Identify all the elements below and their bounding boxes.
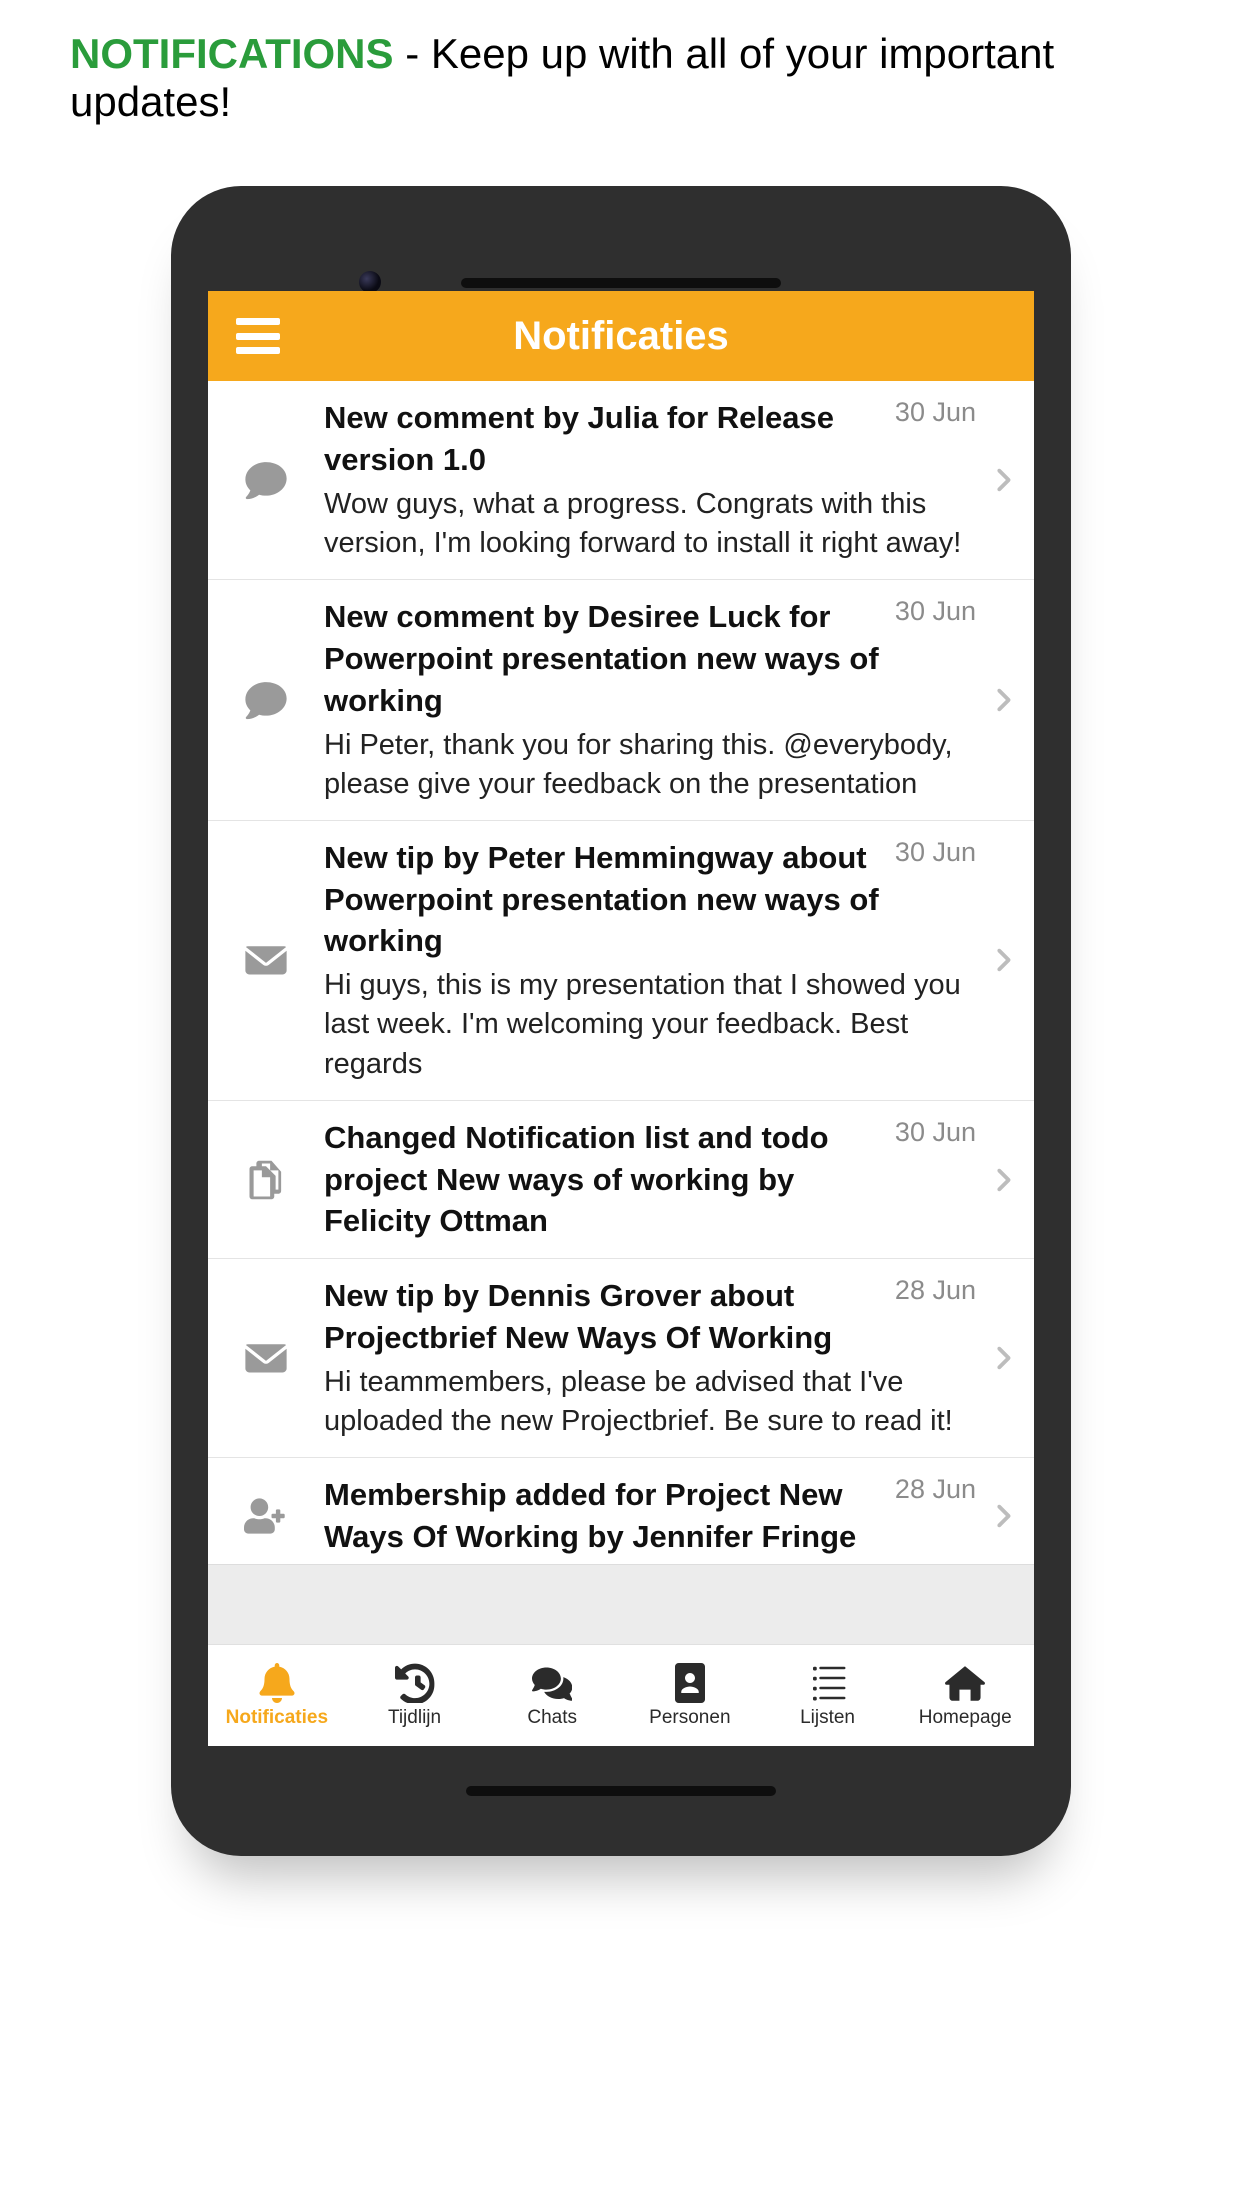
- app-bar: Notificaties: [208, 291, 1034, 381]
- tab-tijdlijn[interactable]: Tijdlijn: [346, 1645, 484, 1746]
- notification-date: 30 Jun: [895, 397, 976, 428]
- chats-icon: [532, 1663, 572, 1703]
- envelope-icon: [208, 1259, 324, 1457]
- tab-label: Lijsten: [800, 1707, 855, 1729]
- tab-label: Homepage: [919, 1707, 1012, 1729]
- notification-row[interactable]: New tip by Peter Hemmingway about Powerp…: [208, 821, 1034, 1101]
- notification-row[interactable]: New tip by Dennis Grover about Projectbr…: [208, 1259, 1034, 1458]
- tab-label: Personen: [649, 1707, 730, 1729]
- notification-message: Hi guys, this is my presentation that I …: [324, 966, 1024, 1083]
- notification-date: 28 Jun: [895, 1275, 976, 1306]
- bell-icon: [257, 1663, 297, 1703]
- notification-message: Hi teammembers, please be advised that I…: [324, 1363, 1024, 1441]
- comment-icon: [208, 580, 324, 820]
- notification-row[interactable]: New comment by Julia for Release version…: [208, 381, 1034, 580]
- notification-list: New comment by Julia for Release version…: [208, 381, 1034, 1564]
- tab-label: Chats: [527, 1707, 577, 1729]
- notification-row[interactable]: Membership added for Project New Ways Of…: [208, 1458, 1034, 1564]
- notification-date: 30 Jun: [895, 596, 976, 627]
- tab-homepage[interactable]: Homepage: [896, 1645, 1034, 1746]
- list-footer-gap: [208, 1564, 1034, 1644]
- tab-notificaties[interactable]: Notificaties: [208, 1645, 346, 1746]
- notification-row[interactable]: Changed Notification list and todo proje…: [208, 1101, 1034, 1260]
- hamburger-icon: [236, 318, 280, 325]
- useradd-icon: [208, 1458, 324, 1564]
- tab-label: Tijdlijn: [388, 1707, 441, 1729]
- tab-chats[interactable]: Chats: [483, 1645, 621, 1746]
- app-bar-title: Notificaties: [208, 314, 1034, 359]
- files-icon: [208, 1101, 324, 1259]
- phone-frame: Notificaties New comment by Julia for Re…: [171, 186, 1071, 1856]
- chevron-right-icon: [994, 1501, 1012, 1531]
- menu-button[interactable]: [236, 318, 280, 354]
- header-highlight: NOTIFICATIONS: [70, 30, 394, 77]
- tab-personen[interactable]: Personen: [621, 1645, 759, 1746]
- app-screen: Notificaties New comment by Julia for Re…: [208, 291, 1034, 1746]
- chevron-right-icon: [994, 685, 1012, 715]
- chevron-right-icon: [994, 1165, 1012, 1195]
- notification-date: 30 Jun: [895, 837, 976, 868]
- chevron-right-icon: [994, 1343, 1012, 1373]
- notification-date: 28 Jun: [895, 1474, 976, 1505]
- notification-message: Wow guys, what a progress. Congrats with…: [324, 485, 1024, 563]
- history-icon: [395, 1663, 435, 1703]
- notification-row[interactable]: New comment by Desiree Luck for Powerpoi…: [208, 580, 1034, 821]
- home-icon: [945, 1663, 985, 1703]
- comment-icon: [208, 381, 324, 579]
- tab-bar: Notificaties Tijdlijn Chats Personen Lij…: [208, 1644, 1034, 1746]
- marketing-header: NOTIFICATIONS - Keep up with all of your…: [0, 0, 1242, 156]
- personen-icon: [670, 1663, 710, 1703]
- list-icon: [808, 1663, 848, 1703]
- envelope-icon: [208, 821, 324, 1100]
- chevron-right-icon: [994, 465, 1012, 495]
- tab-label: Notificaties: [226, 1707, 328, 1729]
- tab-lijsten[interactable]: Lijsten: [759, 1645, 897, 1746]
- chevron-right-icon: [994, 945, 1012, 975]
- notification-message: Hi Peter, thank you for sharing this. @e…: [324, 726, 1024, 804]
- camera-dot: [359, 271, 381, 293]
- notification-date: 30 Jun: [895, 1117, 976, 1148]
